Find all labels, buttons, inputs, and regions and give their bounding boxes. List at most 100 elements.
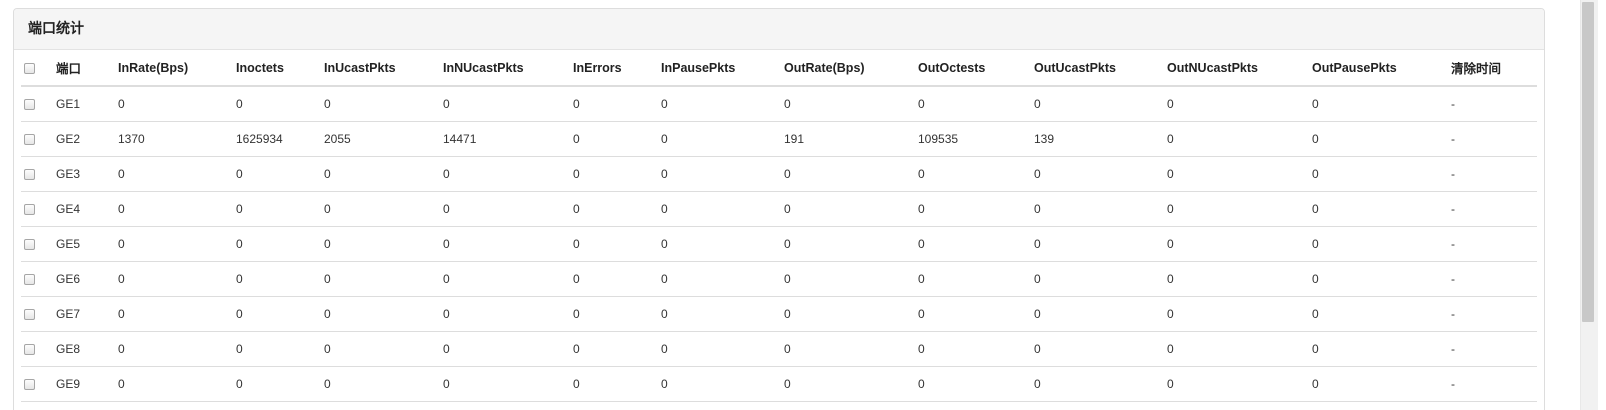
cell-outpausepkts: 0 — [1312, 366, 1451, 402]
table-row[interactable]: GE6 0 0 0 0 0 0 0 0 0 0 0- — [21, 261, 1537, 297]
port-statistics-panel: 端口统计 端口 InRate(Bps) Inoctets InUcastPkts… — [13, 8, 1545, 410]
cell-inpausepkts: 0 — [661, 226, 784, 262]
table-row[interactable]: GE5 0 0 0 0 0 0 0 0 0 0 0- — [21, 226, 1537, 262]
cell-inoctets: 0 — [236, 156, 324, 192]
cell-outnucastpkts: 0 — [1167, 156, 1312, 192]
row-select-cell — [21, 121, 56, 157]
header-inoctets[interactable]: Inoctets — [236, 50, 324, 87]
table-row[interactable]: GE4 0 0 0 0 0 0 0 0 0 0 0- — [21, 191, 1537, 227]
row-checkbox[interactable] — [24, 203, 35, 215]
cell-outoctests: 0 — [918, 156, 1034, 192]
cell-outucastpkts: 139 — [1034, 121, 1167, 157]
cell-outpausepkts: 0 — [1312, 296, 1451, 332]
table-row[interactable]: GE8 0 0 0 0 0 0 0 0 0 0 0- — [21, 331, 1537, 367]
cell-outucastpkts: 0 — [1034, 296, 1167, 332]
cell-inpausepkts: 0 — [661, 191, 784, 227]
cell-outucastpkts: 0 — [1034, 156, 1167, 192]
header-inerrors[interactable]: InErrors — [573, 50, 661, 87]
row-checkbox[interactable] — [24, 238, 35, 250]
cell-outoctests: 0 — [918, 331, 1034, 367]
cell-clear-time: - — [1451, 331, 1537, 367]
table-row[interactable]: GE1 0 0 0 0 0 0 0 0 0 0 0- — [21, 86, 1537, 122]
row-checkbox[interactable] — [24, 378, 35, 390]
cell-inpausepkts: 0 — [661, 261, 784, 297]
select-all-cell — [21, 50, 56, 87]
cell-outpausepkts: 0 — [1312, 86, 1451, 122]
row-checkbox[interactable] — [24, 273, 35, 285]
row-checkbox[interactable] — [24, 308, 35, 320]
cell-outnucastpkts: 0 — [1167, 261, 1312, 297]
header-inpausepkts[interactable]: InPausePkts — [661, 50, 784, 87]
cell-inrate: 0 — [118, 366, 236, 402]
table-row[interactable]: GE9 0 0 0 0 0 0 0 0 0 0 0- — [21, 366, 1537, 402]
cell-outucastpkts: 0 — [1034, 331, 1167, 367]
cell-inucastpkts: 0 — [324, 86, 443, 122]
row-checkbox[interactable] — [24, 133, 35, 145]
cell-inpausepkts: 0 — [661, 121, 784, 157]
cell-port: GE4 — [56, 191, 118, 227]
header-outucastpkts[interactable]: OutUcastPkts — [1034, 50, 1167, 87]
cell-inucastpkts: 0 — [324, 261, 443, 297]
cell-outpausepkts: 0 — [1312, 226, 1451, 262]
cell-innucastpkts: 0 — [443, 296, 573, 332]
table-header-row: 端口 InRate(Bps) Inoctets InUcastPkts InNU… — [21, 50, 1537, 87]
scrollbar-area — [1560, 0, 1606, 410]
cell-port: GE5 — [56, 226, 118, 262]
cell-innucastpkts: 0 — [443, 366, 573, 402]
cell-inpausepkts: 0 — [661, 156, 784, 192]
header-innucastpkts[interactable]: InNUcastPkts — [443, 50, 573, 87]
cell-clear-time: - — [1451, 296, 1537, 332]
cell-inerrors: 0 — [573, 296, 661, 332]
cell-innucastpkts: 14471 — [443, 121, 573, 157]
row-select-cell — [21, 261, 56, 297]
select-all-checkbox[interactable] — [24, 62, 35, 74]
cell-clear-time: - — [1451, 121, 1537, 157]
header-clear-time[interactable]: 清除时间 — [1451, 50, 1537, 87]
table-row[interactable]: GE3 0 0 0 0 0 0 0 0 0 0 0- — [21, 156, 1537, 192]
cell-inpausepkts: 0 — [661, 331, 784, 367]
cell-inerrors: 0 — [573, 121, 661, 157]
cell-clear-time: - — [1451, 226, 1537, 262]
table-row[interactable]: GE7 0 0 0 0 0 0 0 0 0 0 0- — [21, 296, 1537, 332]
cell-inrate: 0 — [118, 226, 236, 262]
scrollbar-thumb[interactable] — [1582, 2, 1594, 322]
cell-outnucastpkts: 0 — [1167, 86, 1312, 122]
row-checkbox[interactable] — [24, 343, 35, 355]
cell-inoctets: 0 — [236, 261, 324, 297]
cell-inucastpkts: 0 — [324, 226, 443, 262]
cell-inoctets: 1625934 — [236, 121, 324, 157]
cell-outpausepkts: 0 — [1312, 331, 1451, 367]
header-outnucastpkts[interactable]: OutNUcastPkts — [1167, 50, 1312, 87]
header-outrate[interactable]: OutRate(Bps) — [784, 50, 918, 87]
cell-inoctets: 0 — [236, 366, 324, 402]
row-select-cell — [21, 296, 56, 332]
cell-inrate: 0 — [118, 296, 236, 332]
header-port[interactable]: 端口 — [56, 50, 118, 87]
cell-innucastpkts: 0 — [443, 261, 573, 297]
cell-inoctets: 0 — [236, 296, 324, 332]
table-row[interactable]: GE2 1370 1625934 2055 14471 0 0 191 109535 139 0 0- — [21, 121, 1537, 157]
cell-inerrors: 0 — [573, 261, 661, 297]
cell-clear-time: - — [1451, 366, 1537, 402]
cell-outrate: 0 — [784, 331, 918, 367]
cell-inucastpkts: 0 — [324, 296, 443, 332]
cell-inerrors: 0 — [573, 156, 661, 192]
header-inrate[interactable]: InRate(Bps) — [118, 50, 236, 87]
cell-inerrors: 0 — [573, 191, 661, 227]
cell-clear-time: - — [1451, 261, 1537, 297]
page: 端口统计 端口 InRate(Bps) Inoctets InUcastPkts… — [0, 0, 1606, 410]
header-inucastpkts[interactable]: InUcastPkts — [324, 50, 443, 87]
cell-outrate: 0 — [784, 86, 918, 122]
header-outoctests[interactable]: OutOctests — [918, 50, 1034, 87]
cell-port: GE6 — [56, 261, 118, 297]
row-checkbox[interactable] — [24, 168, 35, 180]
header-outpausepkts[interactable]: OutPausePkts — [1312, 50, 1451, 87]
cell-outucastpkts: 0 — [1034, 86, 1167, 122]
cell-outoctests: 0 — [918, 226, 1034, 262]
row-checkbox[interactable] — [24, 99, 35, 111]
cell-inoctets: 0 — [236, 86, 324, 122]
cell-outnucastpkts: 0 — [1167, 366, 1312, 402]
cell-inoctets: 0 — [236, 191, 324, 227]
cell-inrate: 0 — [118, 86, 236, 122]
cell-inrate: 0 — [118, 331, 236, 367]
